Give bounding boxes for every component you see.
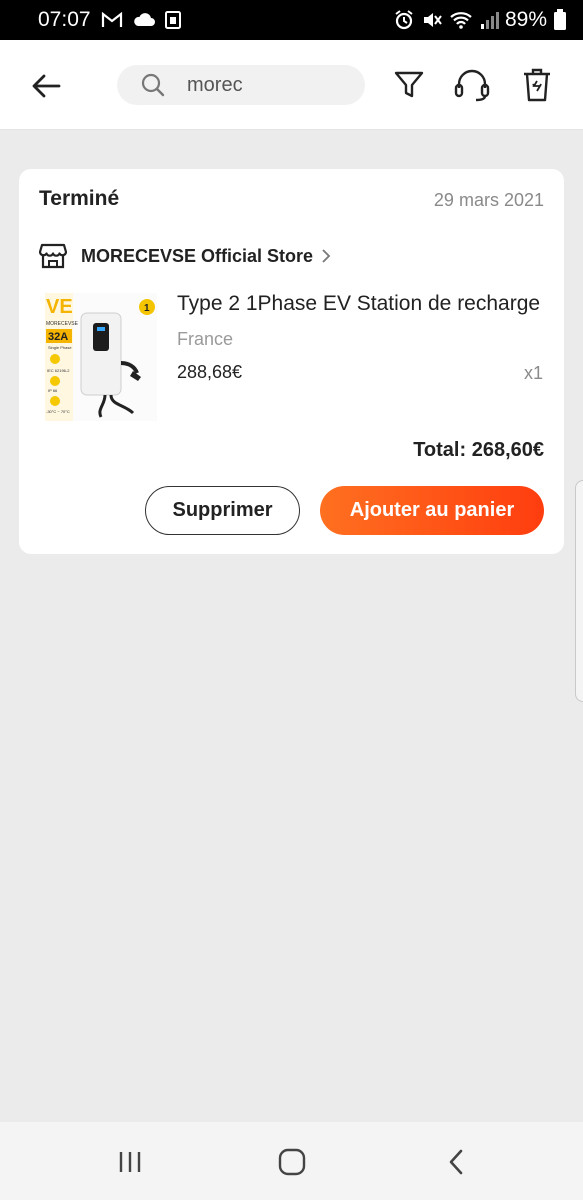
customer-service-button[interactable] bbox=[454, 67, 490, 103]
search-input[interactable]: morec bbox=[187, 74, 243, 97]
back-button[interactable] bbox=[28, 68, 64, 104]
edge-panel-handle[interactable] bbox=[575, 480, 583, 702]
search-box[interactable]: morec bbox=[117, 65, 365, 105]
battery-percent: 89% bbox=[504, 8, 547, 31]
product-quantity: x1 bbox=[523, 363, 543, 383]
app-header: morec bbox=[0, 40, 583, 130]
product-ip-label: IP 66 bbox=[48, 388, 58, 393]
order-date: 29 mars 2021 bbox=[433, 190, 544, 210]
product-origin: France bbox=[177, 329, 234, 349]
battery-icon bbox=[553, 9, 567, 31]
store-link[interactable]: MORECEVSE Official Store bbox=[39, 241, 331, 271]
chevron-right-icon bbox=[321, 248, 331, 264]
wifi-icon bbox=[449, 10, 473, 30]
recent-apps-button[interactable] bbox=[108, 1140, 152, 1184]
back-arrow-icon bbox=[32, 74, 61, 98]
status-bar: 07:07 89% bbox=[0, 0, 583, 40]
filter-icon bbox=[394, 71, 424, 98]
search-icon bbox=[141, 73, 165, 97]
recent-apps-icon bbox=[119, 1152, 141, 1172]
nav-back-button[interactable] bbox=[434, 1140, 478, 1184]
store-name: MORECEVSE Official Store bbox=[81, 245, 314, 266]
order-status: Terminé bbox=[39, 187, 120, 210]
product-temp-label: -30°C ~ 70°C bbox=[46, 409, 70, 414]
delete-button[interactable]: Supprimer bbox=[145, 486, 300, 535]
product-title[interactable]: Type 2 1Phase EV Station de recharge bbox=[177, 292, 547, 316]
signal-icon bbox=[479, 10, 499, 30]
system-nav-bar bbox=[0, 1122, 583, 1200]
product-phase-label: Single Phase bbox=[48, 345, 72, 350]
store-icon bbox=[39, 243, 67, 269]
back-icon bbox=[449, 1149, 463, 1175]
product-rank-badge: 1 bbox=[144, 303, 150, 314]
product-brand-label: MORECEVSE bbox=[46, 321, 79, 327]
product-standard-label: IEC 62196-2 bbox=[47, 368, 70, 373]
product-amperage-label: 32A bbox=[48, 331, 68, 343]
status-time: 07:07 bbox=[38, 8, 91, 31]
cloud-icon bbox=[133, 12, 155, 28]
gmail-icon bbox=[101, 12, 123, 28]
order-card: Terminé 29 mars 2021 MORECEVSE Official … bbox=[19, 169, 564, 554]
home-icon bbox=[278, 1148, 306, 1176]
product-price: 288,68€ bbox=[177, 362, 243, 382]
home-button[interactable] bbox=[270, 1140, 314, 1184]
order-total: Total: 268,60€ bbox=[413, 439, 544, 461]
headset-icon bbox=[454, 69, 490, 102]
filter-button[interactable] bbox=[391, 67, 427, 103]
add-to-cart-button[interactable]: Ajouter au panier bbox=[320, 486, 544, 535]
trash-icon bbox=[524, 68, 550, 102]
sim-icon bbox=[164, 11, 181, 29]
alarm-icon bbox=[393, 10, 415, 30]
svg-text:VE: VE bbox=[46, 296, 73, 318]
recycle-bin-button[interactable] bbox=[519, 67, 555, 103]
mute-icon bbox=[421, 10, 443, 30]
product-image[interactable]: VE MORECEVSE 32A Single Phase IEC 62196-… bbox=[45, 293, 157, 421]
